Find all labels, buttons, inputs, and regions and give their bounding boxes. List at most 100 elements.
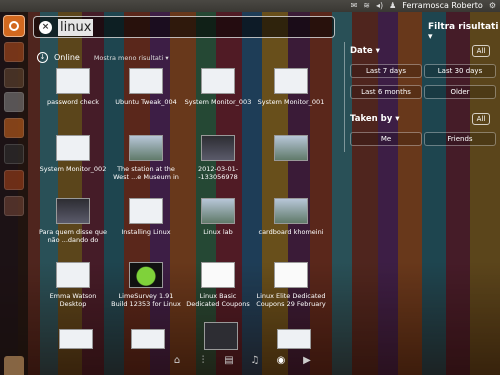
show-fewer-results-button[interactable]: Mostra meno risultati ▾ xyxy=(94,54,169,62)
date-filter-header[interactable]: Date ▾ xyxy=(350,46,380,56)
result-tile[interactable] xyxy=(255,135,327,181)
result-tile[interactable]: 2012-03-01--133056978 4_1024x768_scrot xyxy=(182,135,254,181)
result-label: Emma Watson Desktop xyxy=(49,292,97,308)
result-thumbnail xyxy=(201,135,235,161)
result-tile[interactable]: Ubuntu Tweak_004 xyxy=(110,68,182,114)
result-tile[interactable]: System Monitor_003 xyxy=(182,68,254,114)
download-icon: ↓ xyxy=(37,52,48,63)
result-tile[interactable]: System Monitor_001 xyxy=(255,68,327,114)
launcher-text-editor-icon[interactable] xyxy=(4,118,24,138)
result-thumbnail[interactable] xyxy=(277,329,311,349)
result-tile[interactable]: Linux lab xyxy=(182,198,254,244)
date-last-30-days-button[interactable]: Last 30 days xyxy=(424,64,496,78)
result-tile[interactable]: Installing Linux xyxy=(110,198,182,244)
launcher-terminal-icon[interactable] xyxy=(4,144,24,164)
result-tile[interactable]: password check xyxy=(37,68,109,114)
date-all-button[interactable]: All xyxy=(472,45,490,57)
result-tile[interactable]: Linux Elite Dedicated Coupons 29 Februar… xyxy=(255,262,327,308)
launcher-files-icon[interactable] xyxy=(4,68,24,88)
result-label: cardboard khomeini xyxy=(258,228,324,236)
chevron-down-icon: ▾ xyxy=(165,53,169,62)
files-lens-icon[interactable]: ▤ xyxy=(222,354,236,368)
result-thumbnail xyxy=(274,262,308,288)
result-thumbnail xyxy=(274,198,308,224)
launcher-firefox-icon[interactable] xyxy=(4,42,24,62)
result-thumbnail xyxy=(274,135,308,161)
chevron-down-icon: ▾ xyxy=(375,46,380,56)
result-thumbnail xyxy=(274,68,308,94)
result-tile[interactable]: System Monitor_002 xyxy=(37,135,109,181)
online-category-header: ↓ Online Mostra meno risultati ▾ xyxy=(37,52,169,63)
result-thumbnail xyxy=(201,198,235,224)
result-thumbnail[interactable] xyxy=(59,329,93,349)
result-label: 2012-03-01--133056978 4_1024x768_scrot xyxy=(197,165,239,181)
filter-results-label: Filtra risultati xyxy=(428,22,499,32)
mail-icon[interactable]: ✉ xyxy=(351,0,358,12)
result-label: LimeSurvey 1.91 Build 12353 for Linux xyxy=(111,292,181,308)
result-label: System Monitor_002 xyxy=(39,165,107,173)
result-thumbnail xyxy=(129,198,163,224)
result-label: Installing Linux xyxy=(121,228,171,236)
wifi-icon[interactable]: ≋ xyxy=(363,0,370,12)
home-lens-icon[interactable]: ⌂ xyxy=(170,354,184,368)
result-tile[interactable]: Emma Watson Desktop xyxy=(37,262,109,308)
result-thumbnail[interactable] xyxy=(204,322,238,350)
result-thumbnail xyxy=(56,68,90,94)
result-tile[interactable]: cardboard khomeini xyxy=(255,198,327,244)
result-thumbnail xyxy=(56,135,90,161)
taken-by-me-button[interactable]: Me xyxy=(350,132,422,146)
taken-by-all-button[interactable]: All xyxy=(472,113,490,125)
result-thumbnail xyxy=(129,68,163,94)
result-thumbnail xyxy=(201,262,235,288)
top-panel: ✉ ≋ ◂) ♟ Ferramosca Roberto ⚙ xyxy=(0,0,500,12)
clear-search-icon[interactable]: × xyxy=(39,21,52,34)
result-label: Linux lab xyxy=(203,228,233,236)
result-label: password check xyxy=(47,98,99,106)
search-input[interactable]: linux xyxy=(58,19,94,36)
chevron-down-icon: ▾ xyxy=(428,32,433,42)
volume-icon[interactable]: ◂) xyxy=(376,0,383,12)
dash-search-bar[interactable]: × linux xyxy=(33,16,335,38)
launcher-ubuntu-one-icon[interactable] xyxy=(4,170,24,190)
launcher-software-center-icon[interactable] xyxy=(4,92,24,112)
ubuntu-logo-icon xyxy=(9,21,19,31)
result-thumbnail xyxy=(129,135,163,161)
date-last-6-months-button[interactable]: Last 6 months xyxy=(350,85,422,99)
date-last-7-days-button[interactable]: Last 7 days xyxy=(350,64,422,78)
result-label: Ubuntu Tweak_004 xyxy=(115,98,177,106)
result-thumbnail[interactable] xyxy=(131,329,165,349)
result-tile[interactable]: The station at the West ...e Museum in S… xyxy=(110,135,182,181)
user-icon[interactable]: ♟ xyxy=(389,0,396,12)
launcher xyxy=(0,12,28,375)
category-label: Online xyxy=(54,53,80,62)
result-thumbnail xyxy=(129,262,163,288)
video-lens-icon[interactable]: ▶ xyxy=(300,354,314,368)
result-thumbnail xyxy=(56,262,90,288)
result-label: Para quem disse que não ...dando do MacB… xyxy=(39,228,107,244)
result-label xyxy=(255,165,327,181)
dash-home-button[interactable] xyxy=(3,15,25,37)
user-name[interactable]: Ferramosca Roberto xyxy=(402,0,483,12)
result-label: System Monitor_003 xyxy=(184,98,252,106)
launcher-workspaces-icon[interactable] xyxy=(4,196,24,216)
filter-divider xyxy=(344,42,345,152)
photos-lens-icon[interactable]: ◉ xyxy=(274,354,288,368)
taken-by-friends-button[interactable]: Friends xyxy=(424,132,496,146)
applications-lens-icon[interactable]: ⫶ xyxy=(196,354,210,368)
result-tile[interactable]: Linux Basic Dedicated Coupons 29 Februar… xyxy=(182,262,254,308)
music-lens-icon[interactable]: ♫ xyxy=(248,354,262,368)
trash-icon[interactable] xyxy=(4,356,24,375)
lens-bar: ⌂ ⫶ ▤ ♫ ◉ ▶ xyxy=(170,352,314,370)
result-label: The station at the West ...e Museum in S… xyxy=(113,165,179,181)
result-label: Linux Elite Dedicated Coupons 29 Februar… xyxy=(256,292,326,308)
result-thumbnail xyxy=(201,68,235,94)
result-label: System Monitor_001 xyxy=(257,98,325,106)
gear-icon[interactable]: ⚙ xyxy=(489,0,496,12)
result-thumbnail xyxy=(56,198,90,224)
taken-by-filter-header[interactable]: Taken by ▾ xyxy=(350,114,400,124)
result-label: Linux Basic Dedicated Coupons 29 Februar… xyxy=(186,292,250,308)
result-tile[interactable]: Para quem disse que não ...dando do MacB… xyxy=(37,198,109,244)
filter-results-toggle[interactable]: Filtra risultati ▾ xyxy=(428,22,500,42)
date-older-button[interactable]: Older xyxy=(424,85,496,99)
result-tile[interactable]: LimeSurvey 1.91 Build 12353 for Linux xyxy=(110,262,182,308)
